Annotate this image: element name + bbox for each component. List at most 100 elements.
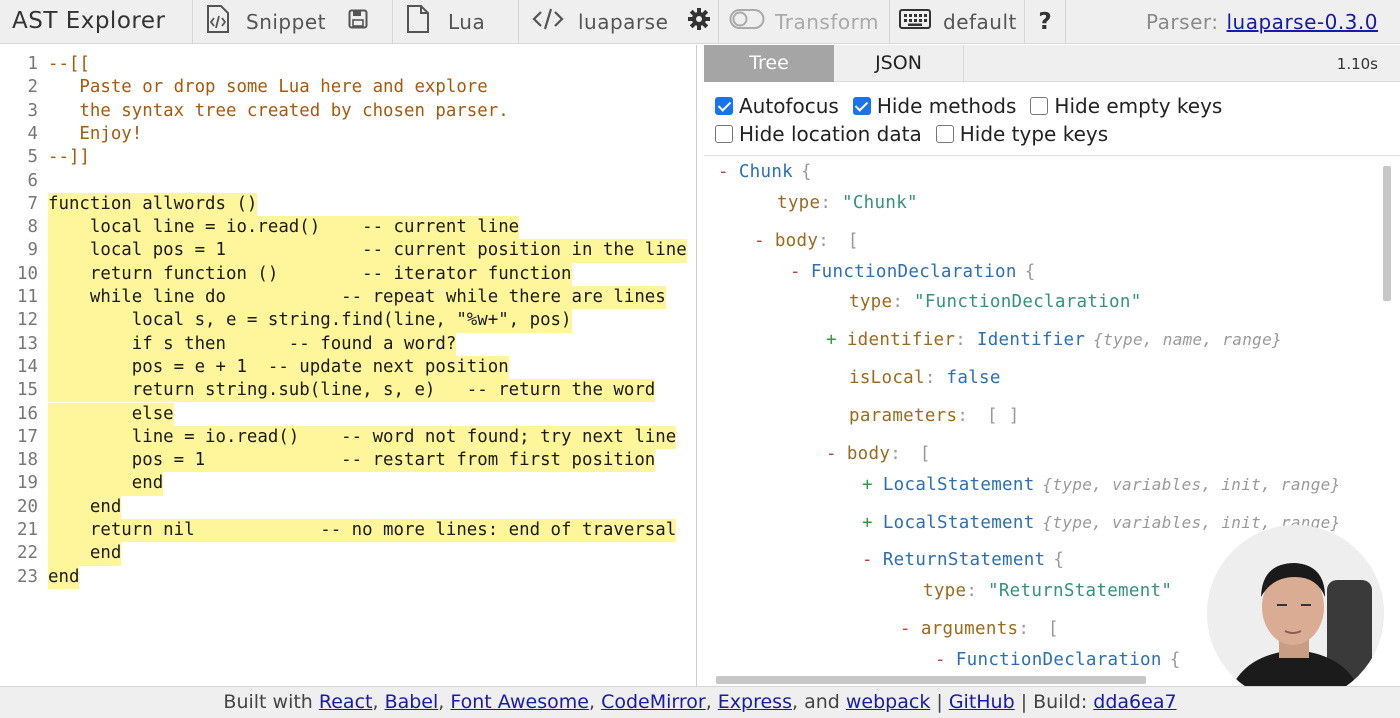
tree-key: type [923,581,967,601]
footer-build-hash[interactable]: dda6ea7 [1093,691,1176,713]
scrollbar-thumb[interactable] [1383,166,1391,301]
save-icon[interactable] [348,9,368,34]
checkbox-hide-location-data[interactable] [715,125,733,143]
code-line[interactable]: 14 pos = e + 1 -- update next position [0,355,697,380]
code-line[interactable]: 19 end [0,472,697,496]
code-line[interactable]: 22 end [0,542,697,566]
tree-node[interactable]: parameters: [ ] [849,406,1020,426]
collapse-toggle[interactable]: - [754,231,765,251]
tree-node[interactable]: - Chunk { [718,162,812,182]
webcam-avatar [1207,525,1384,702]
tree-node[interactable]: - body: [ [754,231,859,251]
option-label: Hide location data [739,122,922,146]
tree-node[interactable]: - ReturnStatement { [862,550,1064,570]
tab-tree[interactable]: Tree [704,45,834,82]
file-icon [406,4,430,39]
code-line[interactable]: 11 while line do -- repeat while there a… [0,286,697,310]
parser-button[interactable]: luaparse [519,0,719,44]
code-line[interactable]: 16 else [0,402,697,426]
keymap-button[interactable]: default [890,0,1025,44]
tree-node[interactable]: + LocalStatement {type, variables, init, r… [862,475,1341,495]
tree-node[interactable]: - FunctionDeclaration { [790,262,1036,282]
checkbox-hide-empty-keys[interactable] [1030,97,1049,115]
footer-link-react[interactable]: React [319,691,373,713]
snippet-button[interactable]: Snippet [193,0,393,44]
toggle-icon[interactable] [729,8,765,35]
checkbox-hide-methods[interactable] [852,97,871,115]
tree-bracket: [ ] [987,406,1020,426]
tree-node[interactable]: - body: [ [826,444,931,464]
code-line[interactable]: 17 line = io.read() -- word not found; t… [0,425,697,450]
code-line[interactable]: 8 local line = io.read() -- current line [0,216,697,240]
footer-link-express[interactable]: Express [718,691,792,713]
code-line[interactable]: 13 if s then -- found a word? [0,332,697,356]
collapse-toggle[interactable]: - [935,650,946,670]
code-line[interactable]: 5 --]] [0,146,697,169]
scrollbar-thumb[interactable] [716,676,1146,684]
collapse-toggle[interactable]: - [790,262,801,282]
code-line[interactable]: 20 end [0,495,697,519]
footer-link-webpack[interactable]: webpack [846,691,930,713]
tree-bracket: [ [1048,619,1059,639]
code-text: return string.sub(line, s, e) -- return … [48,379,656,403]
language-button[interactable]: Lua [393,0,519,44]
option-autofocus[interactable]: Autofocus [715,94,839,118]
code-line[interactable]: 3 the syntax tree created by chosen pars… [0,100,697,123]
option-hide-empty-keys[interactable]: Hide empty keys [1030,94,1222,118]
tree-colon: : [1018,619,1041,639]
tree-vertical-scrollbar[interactable] [1382,160,1392,680]
tree-node[interactable]: - FunctionDeclaration { [935,650,1181,670]
footer-link-babel[interactable]: Babel [385,691,439,713]
parser-info: Parser: luaparse-0.3.0 [1146,10,1400,34]
code-line[interactable]: 15 return string.sub(line, s, e) -- retu… [0,379,697,403]
code-line[interactable]: 1 --[[ [0,53,697,76]
line-number: 23 [17,566,38,587]
code-line[interactable]: 18 pos = 1 -- restart from first positio… [0,449,697,473]
code-text: end [48,542,122,566]
expand-toggle[interactable]: + [826,330,837,350]
tree-node[interactable]: type: "ReturnStatement" [923,581,1172,601]
tab-json[interactable]: JSON [834,45,964,82]
expand-toggle[interactable]: + [862,513,873,533]
option-hide-type-keys[interactable]: Hide type keys [935,122,1108,146]
code-text: function allwords () [48,192,258,217]
code-line[interactable]: 9 local pos = 1 -- current position in t… [0,239,697,263]
line-number: 20 [17,496,38,517]
tree-key: body [774,231,819,251]
expand-toggle[interactable]: + [862,475,873,495]
code-line[interactable]: 2 Paste or drop some Lua here and explor… [0,76,697,99]
code-line[interactable]: 12 local s, e = string.find(line, "%w+",… [0,309,697,333]
code-line[interactable]: 23 end [0,565,697,589]
collapse-toggle[interactable]: - [718,162,729,182]
app-title: AST Explorer [0,0,193,44]
code-line[interactable]: 7 function allwords () [0,192,697,217]
transform-button[interactable]: Transform [719,0,890,44]
tree-node[interactable]: - arguments: [ [900,619,1059,639]
tree-colon: : [955,330,977,350]
tree-node[interactable]: type: "FunctionDeclaration" [849,292,1142,312]
code-text: --[[ [48,54,90,74]
footer-link-github[interactable]: GitHub [949,691,1015,713]
tree-node[interactable]: type: "Chunk" [777,193,918,213]
gear-icon[interactable] [688,8,711,35]
footer-link-codemirror[interactable]: CodeMirror [601,691,706,713]
checkbox-hide-type-keys[interactable] [935,125,954,143]
help-button[interactable]: ? [1025,0,1066,44]
option-hide-methods[interactable]: Hide methods [852,94,1016,118]
option-hide-location-data[interactable]: Hide location data [715,122,922,146]
code-line[interactable]: 4 Enjoy! [0,123,697,146]
collapse-toggle[interactable]: - [900,619,911,639]
collapse-toggle[interactable]: - [826,444,837,464]
footer-link-font-awesome[interactable]: Font Awesome [450,691,589,713]
collapse-toggle[interactable]: - [862,550,873,570]
code-line[interactable]: 6 [0,170,697,193]
code-line[interactable]: 21 return nil -- no more lines: end of t… [0,519,697,543]
tree-collapsed-summary: {type, variables, init, range} [1042,475,1341,494]
parser-version-link[interactable]: luaparse-0.3.0 [1227,10,1379,34]
tree-node[interactable]: + identifier: Identifier {type, name, rang… [826,330,1282,350]
tree-node[interactable]: isLocal: false [849,368,1001,388]
checkbox-autofocus[interactable] [715,97,733,115]
tree-colon: : [924,368,947,388]
code-line[interactable]: 10 return function () -- iterator functi… [0,262,697,286]
code-editor[interactable]: 1 --[[2 Paste or drop some Lua here and e… [0,45,697,686]
